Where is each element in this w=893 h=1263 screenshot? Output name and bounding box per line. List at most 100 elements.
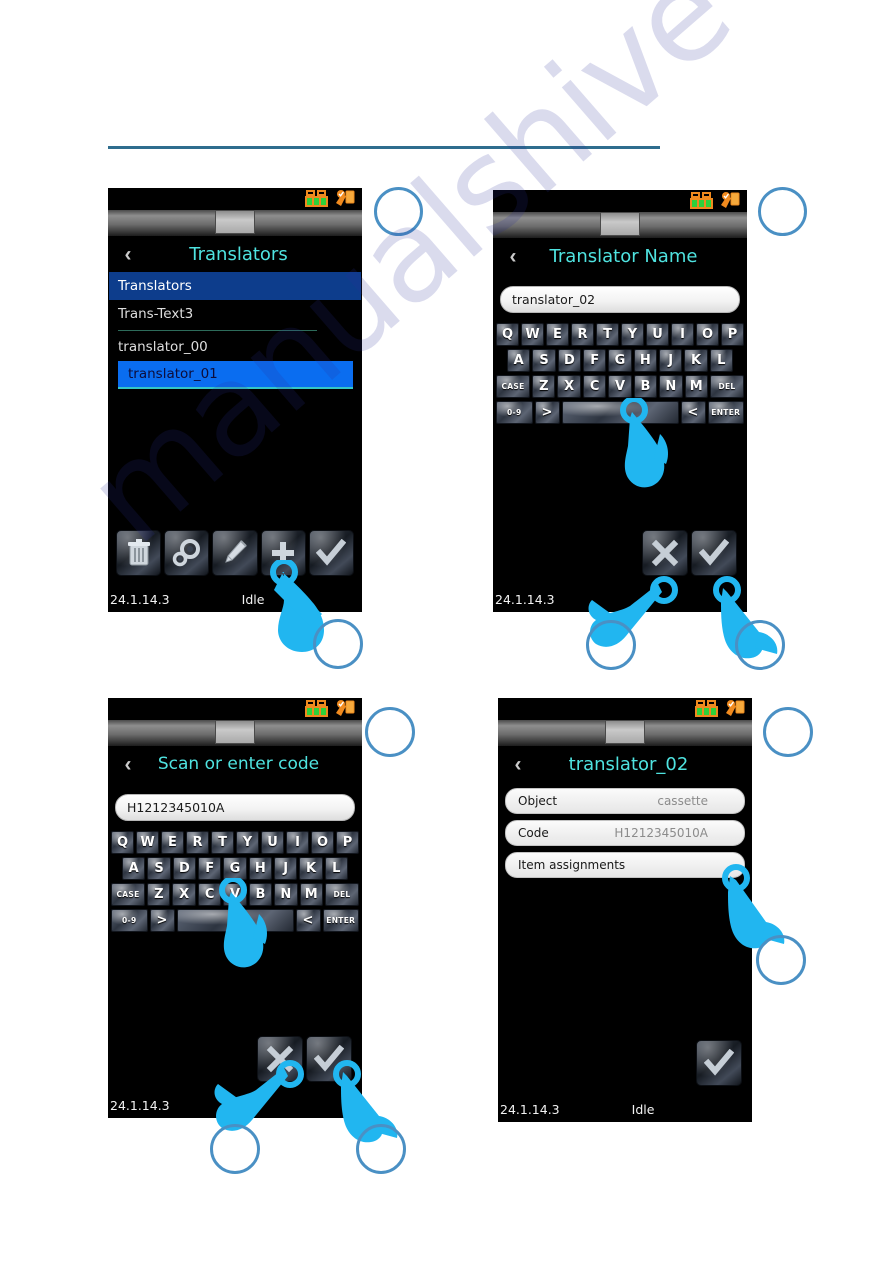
key-d[interactable]: D (172, 857, 196, 880)
key-i[interactable]: I (671, 323, 694, 346)
settings-button[interactable] (164, 530, 210, 576)
page-title: translator_02 (568, 753, 689, 775)
key-p[interactable]: P (721, 323, 744, 346)
key-m[interactable]: M (299, 883, 323, 906)
key-a[interactable]: A (122, 857, 146, 880)
key-q[interactable]: Q (111, 831, 134, 854)
trash-icon (127, 539, 150, 566)
row-label: Code (518, 826, 549, 840)
key-m[interactable]: M (684, 375, 708, 398)
key-u[interactable]: U (646, 323, 669, 346)
scroll-strip[interactable] (108, 720, 362, 746)
page-title: Translators (189, 243, 288, 265)
back-icon[interactable]: ‹ (500, 246, 526, 267)
key-q[interactable]: Q (496, 323, 519, 346)
key-o[interactable]: O (311, 831, 334, 854)
key-i[interactable]: I (286, 831, 309, 854)
key-r[interactable]: R (571, 323, 594, 346)
back-icon[interactable]: ‹ (115, 754, 141, 775)
status-footer: 24.1.14.3 Idle (498, 1101, 752, 1117)
key-k[interactable]: K (299, 857, 323, 880)
key-w[interactable]: W (521, 323, 544, 346)
list-item-selected[interactable]: translator_01 (118, 361, 353, 389)
key-del[interactable]: DEL (709, 375, 745, 398)
key-b[interactable]: B (633, 375, 658, 398)
key-r[interactable]: R (186, 831, 209, 854)
key-s[interactable]: S (147, 857, 171, 880)
key-case[interactable]: CASE (110, 883, 146, 906)
code-input[interactable]: H1212345010A (115, 794, 355, 821)
key-g[interactable]: G (608, 349, 632, 372)
key-f[interactable]: F (198, 857, 222, 880)
key-enter[interactable]: ENTER (322, 909, 359, 932)
key-numeric[interactable]: 0-9 (111, 909, 148, 932)
back-icon[interactable]: ‹ (115, 244, 141, 265)
key-t[interactable]: T (596, 323, 619, 346)
key-k[interactable]: K (684, 349, 708, 372)
key-o[interactable]: O (696, 323, 719, 346)
key-d[interactable]: D (557, 349, 581, 372)
key-n[interactable]: N (659, 375, 683, 398)
key-x[interactable]: X (557, 375, 581, 398)
key-u[interactable]: U (261, 831, 284, 854)
key-enter[interactable]: ENTER (707, 401, 744, 424)
key-j[interactable]: J (658, 349, 683, 372)
key-y[interactable]: Y (621, 323, 644, 346)
row-object[interactable]: Object cassette (505, 788, 745, 814)
key-w[interactable]: W (136, 831, 159, 854)
key-e[interactable]: E (161, 831, 184, 854)
keyboard-row-2: A S D F G H J K L (496, 349, 744, 372)
key-l[interactable]: L (709, 349, 733, 372)
battery-icon (694, 700, 720, 718)
scroll-handle[interactable] (215, 210, 255, 234)
key-s[interactable]: S (532, 349, 556, 372)
scroll-handle[interactable] (215, 720, 255, 744)
battery-icon (304, 700, 330, 718)
key-g[interactable]: G (223, 857, 247, 880)
screen-translators-list: ‹ Translators Translators Trans-Text3 tr… (108, 188, 362, 612)
key-p[interactable]: P (336, 831, 359, 854)
row-item-assignments[interactable]: Item assignments (505, 852, 745, 878)
key-h[interactable]: H (633, 349, 657, 372)
back-icon[interactable]: ‹ (505, 754, 531, 775)
key-t[interactable]: T (211, 831, 234, 854)
key-next[interactable]: > (534, 401, 560, 424)
version-label: 24.1.14.3 (500, 1101, 560, 1117)
scroll-handle[interactable] (605, 720, 645, 744)
callout-circle-4 (586, 620, 636, 670)
key-h[interactable]: H (248, 857, 272, 880)
row-code[interactable]: Code H1212345010A (505, 820, 745, 846)
edit-button[interactable] (212, 530, 258, 576)
key-x[interactable]: X (172, 883, 196, 906)
list-item[interactable]: Trans-Text3 (109, 300, 361, 328)
list-item[interactable]: translator_00 (109, 333, 361, 361)
key-f[interactable]: F (583, 349, 607, 372)
translator-name-input[interactable]: translator_02 (500, 286, 740, 313)
keyboard-row-1: Q W E R T Y U I O P (111, 831, 359, 854)
key-z[interactable]: Z (532, 375, 556, 398)
status-bar (498, 698, 752, 720)
battery-icon (689, 192, 715, 210)
robot-scanner-icon (719, 191, 741, 211)
confirm-button[interactable] (696, 1040, 742, 1086)
scroll-strip[interactable] (498, 720, 752, 746)
delete-button[interactable] (116, 530, 162, 576)
key-y[interactable]: Y (236, 831, 259, 854)
scroll-handle[interactable] (600, 212, 640, 236)
key-a[interactable]: A (507, 349, 531, 372)
key-del[interactable]: DEL (324, 883, 360, 906)
key-e[interactable]: E (546, 323, 569, 346)
callout-circle-2 (758, 187, 807, 236)
scroll-strip[interactable] (108, 210, 362, 236)
key-j[interactable]: J (273, 857, 298, 880)
key-case[interactable]: CASE (495, 375, 531, 398)
x-icon (651, 539, 679, 567)
key-z[interactable]: Z (147, 883, 171, 906)
key-next[interactable]: > (149, 909, 175, 932)
key-numeric[interactable]: 0-9 (496, 401, 533, 424)
key-l[interactable]: L (324, 857, 348, 880)
scroll-strip[interactable] (493, 212, 747, 238)
key-v[interactable]: V (608, 375, 632, 398)
list-item-group[interactable]: Translators (109, 272, 361, 300)
key-c[interactable]: C (582, 375, 607, 398)
